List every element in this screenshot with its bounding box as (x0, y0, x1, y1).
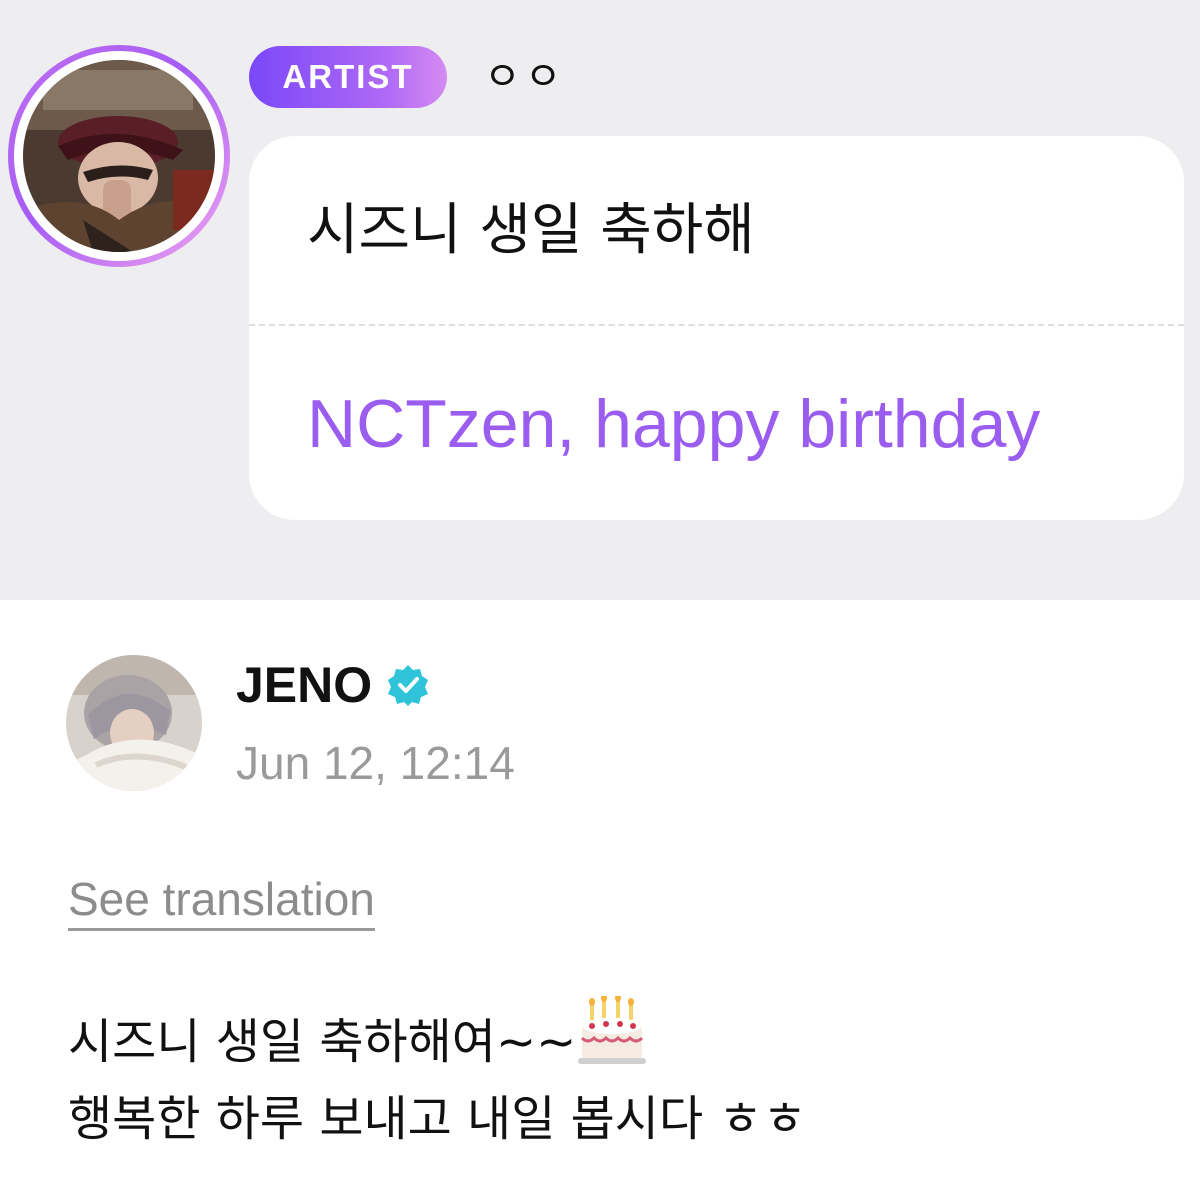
artist-name[interactable]: ㅇㅇ (484, 52, 566, 102)
post-body: 시즈니 생일 축하해여~~ 행복한 하루 보내고 내일 봅시다 ㅎㅎ (68, 996, 1168, 1160)
artist-message-panel: ARTIST ㅇㅇ 시즈니 생일 축하해 NCTzen, happy birth… (0, 0, 1200, 600)
post-author: JENO (236, 654, 430, 716)
post-body-line-2: 행복한 하루 보내고 내일 봅시다 ㅎㅎ (68, 1091, 807, 1147)
post-body-line-1-text: 시즈니 생일 축하해여~~ (68, 1014, 577, 1070)
post-author-avatar-photo (66, 655, 202, 791)
message-translated-text: NCTzen, happy birthday (307, 386, 1041, 462)
artist-avatar-ring[interactable] (8, 45, 230, 267)
message-bubble[interactable]: 시즈니 생일 축하해 NCTzen, happy birthday (249, 136, 1184, 520)
post-author-name[interactable]: JENO (236, 656, 372, 714)
post-author-avatar[interactable] (66, 655, 202, 791)
birthday-cake-icon (578, 996, 647, 1064)
artist-avatar-photo (23, 60, 215, 252)
artist-avatar[interactable] (23, 60, 215, 252)
post-timestamp: Jun 12, 12:14 (236, 737, 515, 789)
message-original-text: 시즈니 생일 축하해 (307, 198, 755, 263)
post-body-line-1: 시즈니 생일 축하해여~~ (68, 996, 1168, 1078)
translation-divider (249, 324, 1184, 326)
verified-badge-icon (388, 665, 429, 706)
see-translation-link[interactable]: See translation (68, 872, 375, 931)
artist-badge: ARTIST (249, 46, 447, 108)
